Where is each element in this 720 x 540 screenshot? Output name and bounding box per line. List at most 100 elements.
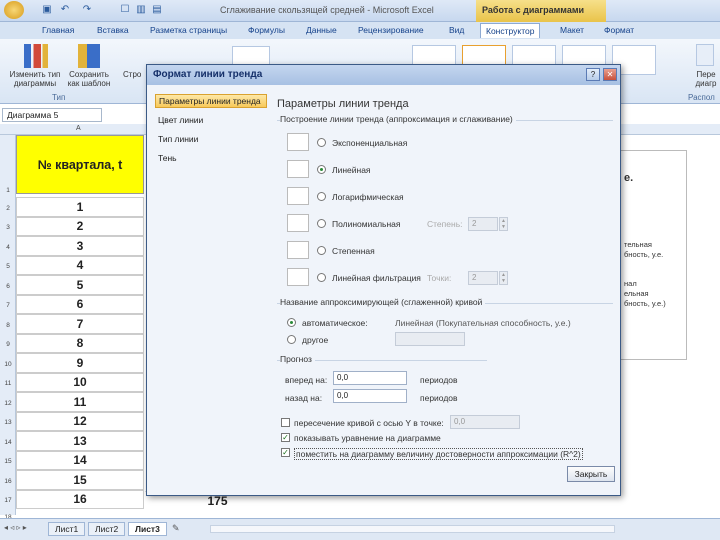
row-num[interactable]: 16 — [0, 478, 16, 485]
quarter-cell[interactable]: 11 — [16, 392, 144, 412]
nav-trend-options[interactable]: Параметры линии тренда — [155, 94, 267, 108]
quarter-cell[interactable]: 9 — [16, 353, 144, 373]
sheet-tab-3[interactable]: Лист3 — [128, 522, 167, 536]
sheet-tab-2[interactable]: Лист2 — [88, 522, 126, 536]
degree-spinner[interactable]: ▲ ▼ — [499, 217, 508, 231]
points-spinner[interactable]: ▲ ▼ — [499, 271, 508, 285]
close-button[interactable]: Закрыть — [567, 466, 615, 482]
change-chart-type-icon[interactable] — [24, 44, 48, 68]
office-button[interactable] — [4, 1, 24, 19]
quarter-cell[interactable]: 13 — [16, 431, 144, 451]
quarter-cell[interactable]: 16 — [16, 489, 144, 509]
row-num[interactable]: 10 — [0, 361, 16, 368]
radio-polynomial[interactable] — [317, 219, 326, 228]
row-num[interactable]: 14 — [0, 439, 16, 446]
nav-line-color[interactable]: Цвет линии — [155, 114, 267, 128]
row-num[interactable]: 15 — [0, 458, 16, 465]
close-icon[interactable]: ✕ — [603, 68, 617, 81]
row-num[interactable]: 8 — [0, 322, 16, 329]
column-a-label[interactable]: A — [76, 125, 81, 132]
radio-custom-name[interactable] — [287, 335, 296, 344]
back-label: назад на: — [285, 393, 323, 403]
quarter-cell[interactable]: 12 — [16, 411, 144, 431]
show-r2-checkbox[interactable]: ✓ — [281, 448, 290, 457]
switch-row-button[interactable]: Стро — [123, 70, 141, 79]
chart-title-fragment: е. — [624, 172, 634, 184]
preview-icon[interactable]: ▤ — [150, 3, 164, 17]
tab-home[interactable]: Главная — [42, 25, 74, 35]
row-num[interactable]: 4 — [0, 244, 16, 251]
save-icon[interactable]: ▣ — [40, 3, 54, 17]
radio-exponential[interactable] — [317, 138, 326, 147]
points-label: Точки: — [427, 273, 452, 283]
save-template-icon[interactable] — [78, 44, 100, 68]
quarter-cell[interactable]: 10 — [16, 372, 144, 392]
tab-data[interactable]: Данные — [306, 25, 337, 35]
quarter-cell[interactable]: 6 — [16, 294, 144, 314]
row-num[interactable]: 9 — [0, 341, 16, 348]
quarter-cell[interactable]: 2 — [16, 216, 144, 236]
intercept-input[interactable]: 0,0 — [450, 415, 520, 429]
context-tab-title: Работа с диаграммами — [476, 0, 606, 22]
row-num[interactable]: 6 — [0, 283, 16, 290]
tab-page-layout[interactable]: Разметка страницы — [150, 25, 227, 35]
points-input[interactable]: 2 — [468, 271, 498, 285]
ribbon-tabs: Главная Вставка Разметка страницы Формул… — [0, 22, 720, 39]
show-equation-checkbox[interactable]: ✓ — [281, 433, 290, 442]
custom-name-input[interactable] — [395, 332, 465, 346]
nav-line-style[interactable]: Тип линии — [155, 133, 267, 147]
sheet-nav-icon[interactable]: ◂ ◃ ▹ ▸ — [4, 523, 27, 532]
quarter-cell[interactable]: 15 — [16, 470, 144, 490]
insert-sheet-icon[interactable]: ✎ — [172, 523, 180, 534]
back-input[interactable]: 0,0 — [333, 389, 407, 403]
quarter-cell[interactable]: 14 — [16, 450, 144, 470]
intercept-checkbox[interactable] — [281, 418, 290, 427]
change-chart-type-button[interactable]: Изменить тип диаграммы — [4, 70, 66, 88]
row-num[interactable]: 1 — [0, 187, 16, 194]
redo-icon[interactable]: ↷ — [80, 3, 94, 17]
row-num[interactable]: 12 — [0, 400, 16, 407]
forward-input[interactable]: 0,0 — [333, 371, 407, 385]
tab-formulas[interactable]: Формулы — [248, 25, 285, 35]
degree-input[interactable]: 2 — [468, 217, 498, 231]
undo-icon[interactable]: ↶ — [58, 3, 72, 17]
move-chart-button[interactable]: Пере диагр — [692, 70, 720, 88]
checkbox-icon[interactable]: ☐ — [118, 3, 132, 17]
quarter-cell[interactable]: 7 — [16, 314, 144, 334]
quarter-cell[interactable]: 5 — [16, 275, 144, 295]
quarter-cell[interactable]: 8 — [16, 333, 144, 353]
tab-insert[interactable]: Вставка — [97, 25, 129, 35]
nav-shadow[interactable]: Тень — [155, 152, 267, 166]
quarter-cell[interactable]: 3 — [16, 236, 144, 256]
radio-moving-average[interactable] — [317, 273, 326, 282]
row-num[interactable]: 3 — [0, 224, 16, 231]
quarter-cell[interactable]: 1 — [16, 197, 144, 217]
row-num[interactable]: 2 — [0, 205, 16, 212]
tab-format[interactable]: Формат — [604, 25, 634, 35]
name-box[interactable]: Диаграмма 5 — [2, 108, 102, 122]
tab-design[interactable]: Конструктор — [480, 23, 541, 38]
move-chart-icon[interactable] — [696, 44, 714, 66]
row-num[interactable]: 5 — [0, 263, 16, 270]
help-icon[interactable]: ? — [586, 68, 600, 81]
sheet-tab-1[interactable]: Лист1 — [48, 522, 86, 536]
row-num[interactable]: 11 — [0, 380, 16, 387]
tab-layout[interactable]: Макет — [560, 25, 584, 35]
quarter-header-cell[interactable]: № квартала, t — [16, 135, 144, 194]
custom-name-label: другое — [302, 335, 329, 345]
row-num[interactable]: 13 — [0, 419, 16, 426]
radio-linear[interactable] — [317, 165, 326, 174]
options-panel: Параметры линии тренда Построение линии … — [275, 92, 617, 492]
row-num[interactable]: 7 — [0, 302, 16, 309]
quarter-cell[interactable]: 4 — [16, 255, 144, 275]
radio-power[interactable] — [317, 246, 326, 255]
save-template-button[interactable]: Сохранить как шаблон — [64, 70, 114, 88]
radio-auto-name[interactable] — [287, 318, 296, 327]
horizontal-scrollbar[interactable] — [210, 525, 615, 533]
chart-icon[interactable]: ▥ — [134, 3, 148, 17]
radio-logarithmic[interactable] — [317, 192, 326, 201]
tab-review[interactable]: Рецензирование — [358, 25, 424, 35]
tab-view[interactable]: Вид — [449, 25, 464, 35]
row-num[interactable]: 17 — [0, 497, 16, 504]
format-trendline-dialog: Формат линии тренда ? ✕ Параметры линии … — [146, 64, 621, 496]
